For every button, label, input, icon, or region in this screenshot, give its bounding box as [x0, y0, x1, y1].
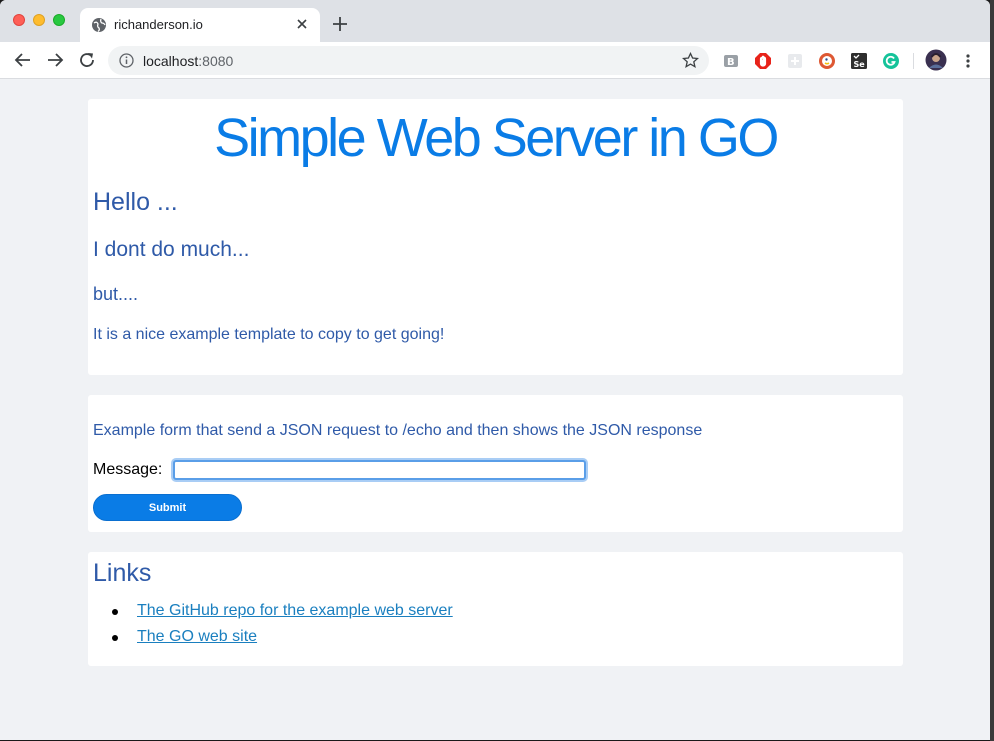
duckduckgo-icon[interactable]: [818, 52, 836, 70]
selenium-icon[interactable]: Se: [850, 52, 868, 70]
back-icon[interactable]: [14, 51, 32, 69]
page-viewport: Simple Web Server in GO Hello ... I dont…: [0, 80, 990, 740]
toolbar-separator: [913, 53, 914, 69]
bullet: [112, 609, 118, 615]
window-edge: [990, 0, 994, 741]
intro-card: Simple Web Server in GO Hello ... I dont…: [88, 99, 903, 375]
github-repo-link[interactable]: The GitHub repo for the example web serv…: [137, 602, 453, 620]
close-icon[interactable]: [294, 16, 310, 32]
reload-icon[interactable]: [78, 51, 96, 69]
intro-text: It is a nice example template to copy to…: [93, 326, 445, 343]
submit-button[interactable]: Submit: [93, 494, 242, 521]
close-window-button[interactable]: [13, 14, 25, 26]
hello-heading: Hello ...: [93, 188, 178, 216]
adblock-icon[interactable]: [754, 52, 772, 70]
links-card: Links The GitHub repo for the example we…: [88, 552, 903, 666]
info-icon[interactable]: [119, 53, 134, 68]
url-host: localhost: [143, 53, 199, 69]
tab-strip: richanderson.io: [0, 0, 990, 42]
tab-active[interactable]: richanderson.io: [80, 8, 320, 42]
message-input[interactable]: [173, 460, 586, 480]
browser-window: richanderson.io localhost:8080 B Se Simp…: [0, 0, 990, 740]
tab-title: richanderson.io: [114, 17, 203, 32]
page-title: Simple Web Server in GO: [214, 108, 779, 168]
extension-icon[interactable]: [786, 52, 804, 70]
svg-text:Se: Se: [854, 60, 866, 69]
form-description: Example form that send a JSON request to…: [93, 422, 703, 439]
menu-icon[interactable]: [959, 52, 977, 70]
form-card: Example form that send a JSON request to…: [88, 395, 903, 532]
but-heading: but....: [93, 284, 139, 304]
forward-icon[interactable]: [46, 51, 64, 69]
grammarly-icon[interactable]: [882, 52, 900, 70]
go-website-link[interactable]: The GO web site: [137, 628, 257, 646]
address-bar[interactable]: localhost:8080: [108, 46, 709, 75]
readmode-icon[interactable]: B: [722, 52, 740, 70]
plus-icon[interactable]: [331, 15, 349, 33]
url-port: :8080: [198, 53, 234, 69]
globe-icon: [92, 18, 106, 33]
url-text: localhost:8080: [143, 53, 233, 69]
svg-text:B: B: [727, 57, 735, 68]
message-label: Message:: [93, 461, 163, 478]
avatar[interactable]: [925, 49, 947, 71]
maximize-window-button[interactable]: [53, 14, 65, 26]
bullet: [112, 635, 118, 641]
star-icon[interactable]: [682, 52, 699, 69]
minimize-window-button[interactable]: [33, 14, 45, 26]
dont-heading: I dont do much...: [93, 238, 250, 261]
browser-toolbar: localhost:8080 B Se: [0, 42, 990, 79]
links-title: Links: [93, 559, 152, 587]
